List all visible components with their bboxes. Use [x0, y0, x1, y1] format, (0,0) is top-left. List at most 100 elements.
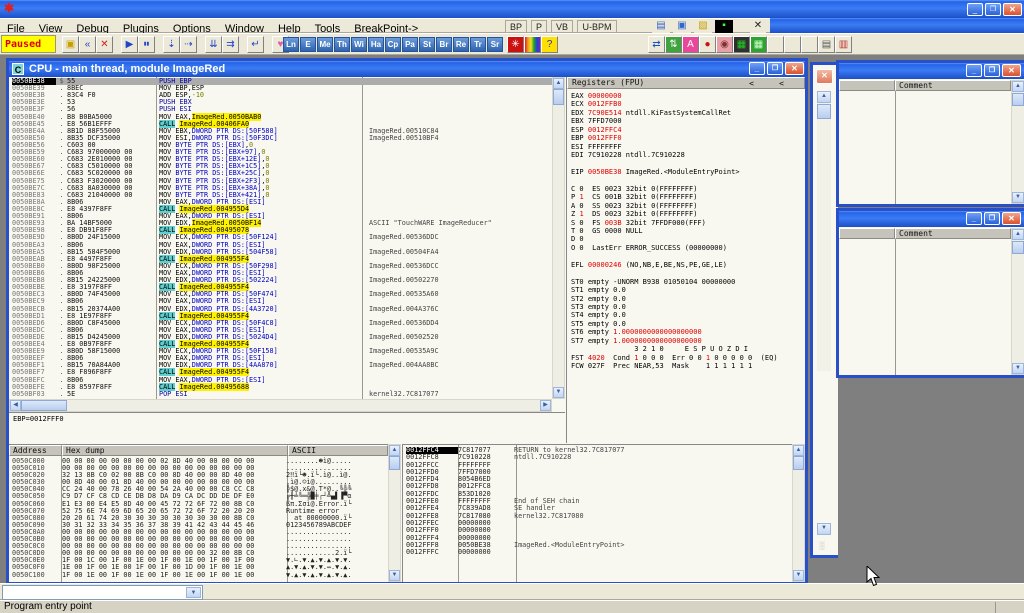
empty-button[interactable]: [801, 36, 818, 53]
scroll-right-icon[interactable]: ▶: [540, 400, 551, 411]
comment-window-2-col-header[interactable]: Comment: [895, 228, 1011, 239]
scroll-up-icon[interactable]: ▲: [553, 78, 564, 89]
maximize-button[interactable]: ❐: [984, 64, 1000, 77]
scroll-thumb[interactable]: [817, 104, 831, 119]
view-button-sr[interactable]: Sr: [487, 37, 503, 52]
rainbow-icon[interactable]: [524, 36, 541, 53]
sliver-close-button[interactable]: ✕: [816, 69, 833, 84]
register-line[interactable]: EFL 00000246 (NO,NB,E,BE,NS,PE,GE,LE): [571, 261, 778, 269]
empty-button[interactable]: [784, 36, 801, 53]
disasm-row[interactable]: 0050BEF7.E8 F896F8FFCALL ImageRed.004955…: [12, 369, 552, 376]
menu-button-vb[interactable]: VB: [551, 20, 573, 33]
stack-row[interactable]: 0012FFE87C817080kernel32.7C817080: [406, 513, 625, 520]
animate-over-icon[interactable]: ⇉: [222, 36, 239, 53]
swap-icon[interactable]: ⇄: [648, 36, 665, 53]
stack-pane[interactable]: 0012FFC47C817077RETURN to kernel32.7C817…: [402, 444, 792, 582]
console-icon[interactable]: ▪: [715, 20, 733, 33]
dump-header-hex[interactable]: Hex dump: [62, 445, 288, 456]
register-line[interactable]: [571, 252, 778, 260]
register-line[interactable]: FST 4020 Cond 1 0 0 0 Err 0 0 1 0 0 0 0 …: [571, 354, 778, 362]
register-line[interactable]: EIP 0050BE38 ImageRed.<ModuleEntryPoint>: [571, 168, 778, 176]
register-line[interactable]: S 0 FS 003B 32bit 7FFDF000(FFF): [571, 219, 778, 227]
disasm-row[interactable]: 0050BE3E.53PUSH EBX: [12, 99, 552, 106]
log-icon[interactable]: ▤: [652, 20, 670, 33]
step-into-icon[interactable]: ⇣: [163, 36, 180, 53]
ascii-icon[interactable]: A: [682, 36, 699, 53]
compare-icon[interactable]: ⇅: [665, 36, 682, 53]
disasm-row[interactable]: 0050BE38$55PUSH EBP: [12, 78, 552, 85]
close-button[interactable]: ✕: [1002, 212, 1021, 225]
disasm-row[interactable]: 0050BE8C.E8 4397F8FFCALL ImageRed.004955…: [12, 206, 552, 213]
scroll-down-icon[interactable]: ▼: [1012, 363, 1024, 374]
register-line[interactable]: EBP 0012FFF0: [571, 134, 778, 142]
pause-icon[interactable]: ▮▮: [138, 36, 155, 53]
cpu-minimize-button[interactable]: _: [749, 62, 765, 75]
folder-icon[interactable]: ▨: [694, 20, 712, 33]
stack-row[interactable]: 0012FFCCFFFFFFFF: [406, 462, 625, 469]
cpu-close-button[interactable]: ✕: [785, 62, 804, 75]
view-button-e[interactable]: E: [300, 37, 316, 52]
stack-row[interactable]: 0012FFF80050BE38ImageRed.<ModuleEntryPoi…: [406, 542, 625, 549]
register-line[interactable]: ST2 empty 0.0: [571, 295, 778, 303]
help-icon[interactable]: ?: [541, 36, 558, 53]
stack-row[interactable]: 0012FFF000000000: [406, 527, 625, 534]
scroll-thumb[interactable]: [21, 400, 67, 411]
scroll-up-icon[interactable]: ▲: [793, 445, 804, 456]
disasm-row[interactable]: 0050BE9D.8B0D 24F15000MOV ECX,DWORD PTR …: [12, 234, 552, 241]
register-line[interactable]: 3 2 1 0 E S P U O Z D I: [571, 345, 778, 353]
close-program-icon[interactable]: ✕: [96, 36, 113, 53]
scroll-thumb[interactable]: [553, 89, 564, 105]
scroll-down-icon[interactable]: ▼: [817, 523, 831, 535]
register-line[interactable]: ST3 empty 0.0: [571, 303, 778, 311]
menu-button-u-bpm[interactable]: U-BPM: [577, 20, 617, 33]
sliver-vscrollbar[interactable]: ▲: [817, 91, 831, 371]
view-button-ha[interactable]: Ha: [368, 37, 384, 52]
command-combobox[interactable]: ▼: [2, 585, 203, 600]
register-line[interactable]: EDX 7C90E514 ntdll.KiFastSystemCallRet: [571, 109, 778, 117]
cpu-titlebar[interactable]: C CPU - main thread, module ImageRed _ ❐…: [9, 61, 805, 77]
comment-window-1-col-blank[interactable]: [839, 80, 895, 91]
until-return-icon[interactable]: ↵: [247, 36, 264, 53]
register-line[interactable]: ECX 0012FFB0: [571, 100, 778, 108]
stack-row[interactable]: 0012FFD48054B6ED: [406, 476, 625, 483]
register-line[interactable]: [571, 269, 778, 277]
close-button[interactable]: ✕: [1003, 3, 1022, 16]
disasm-row[interactable]: 0050BE3B.83C4 F0ADD ESP,-10: [12, 92, 552, 99]
restore-button[interactable]: ❐: [985, 3, 1001, 16]
minimize-button[interactable]: _: [966, 212, 982, 225]
register-line[interactable]: EBX 7FFD7000: [571, 117, 778, 125]
menu-close-icon[interactable]: ✕: [750, 20, 766, 33]
view-button-pa[interactable]: Pa: [402, 37, 418, 52]
scroll-up-icon[interactable]: ▲: [817, 91, 831, 103]
comment-window-2-titlebar[interactable]: _ ❐ ✕: [839, 211, 1024, 227]
register-line[interactable]: A 0 SS 0023 32bit 0(FFFFFFFF): [571, 202, 778, 210]
spiral-icon[interactable]: ◉: [716, 36, 733, 53]
disasm-row[interactable]: 0050BF03.5EPOP ESIkernel32.7C817077: [12, 391, 552, 398]
disasm-row[interactable]: 0050BED6.8B0D C8F45000MOV ECX,DWORD PTR …: [12, 320, 552, 327]
view-button-re[interactable]: Re: [453, 37, 469, 52]
comment-window-1-vscrollbar[interactable]: ▲ ▼: [1011, 80, 1024, 204]
resize-grip[interactable]: ░: [819, 541, 831, 551]
register-line[interactable]: ST5 empty 0.0: [571, 320, 778, 328]
view-button-cp[interactable]: Cp: [385, 37, 401, 52]
scroll-thumb[interactable]: [1012, 93, 1024, 106]
empty-button[interactable]: [767, 36, 784, 53]
register-line[interactable]: ST0 empty -UNORM B938 01050104 00000000: [571, 278, 778, 286]
view-button-st[interactable]: St: [419, 37, 435, 52]
scroll-thumb[interactable]: [793, 456, 804, 470]
register-line[interactable]: C 0 ES 0023 32bit 0(FFFFFFFF): [571, 185, 778, 193]
disassembly-hscrollbar[interactable]: ◀ ▶: [9, 399, 552, 412]
disasm-row[interactable]: 0050BEFE.E8 8597F8FFCALL ImageRed.004956…: [12, 384, 552, 391]
scroll-down-icon[interactable]: ▼: [553, 387, 564, 398]
register-line[interactable]: ESP 0012FFC4: [571, 126, 778, 134]
view-button-wi[interactable]: Wi: [351, 37, 367, 52]
register-line[interactable]: ST6 empty 1.0000000000000000000: [571, 328, 778, 336]
disasm-row[interactable]: 0050BE83.C683 21040000 00MOV BYTE PTR DS…: [12, 192, 552, 199]
comment-window-1-titlebar[interactable]: _ ❐ ✕: [839, 63, 1024, 79]
dump-vscrollbar[interactable]: ▲ ▼: [388, 444, 401, 582]
minimize-button[interactable]: _: [967, 3, 983, 16]
screen-icon[interactable]: ▦: [750, 36, 767, 53]
disasm-row[interactable]: 0050BEC3.8B0D 74F45000MOV ECX,DWORD PTR …: [12, 291, 552, 298]
stack-vscrollbar[interactable]: ▲ ▼: [792, 444, 805, 582]
scroll-left-icon[interactable]: ◀: [10, 400, 21, 411]
